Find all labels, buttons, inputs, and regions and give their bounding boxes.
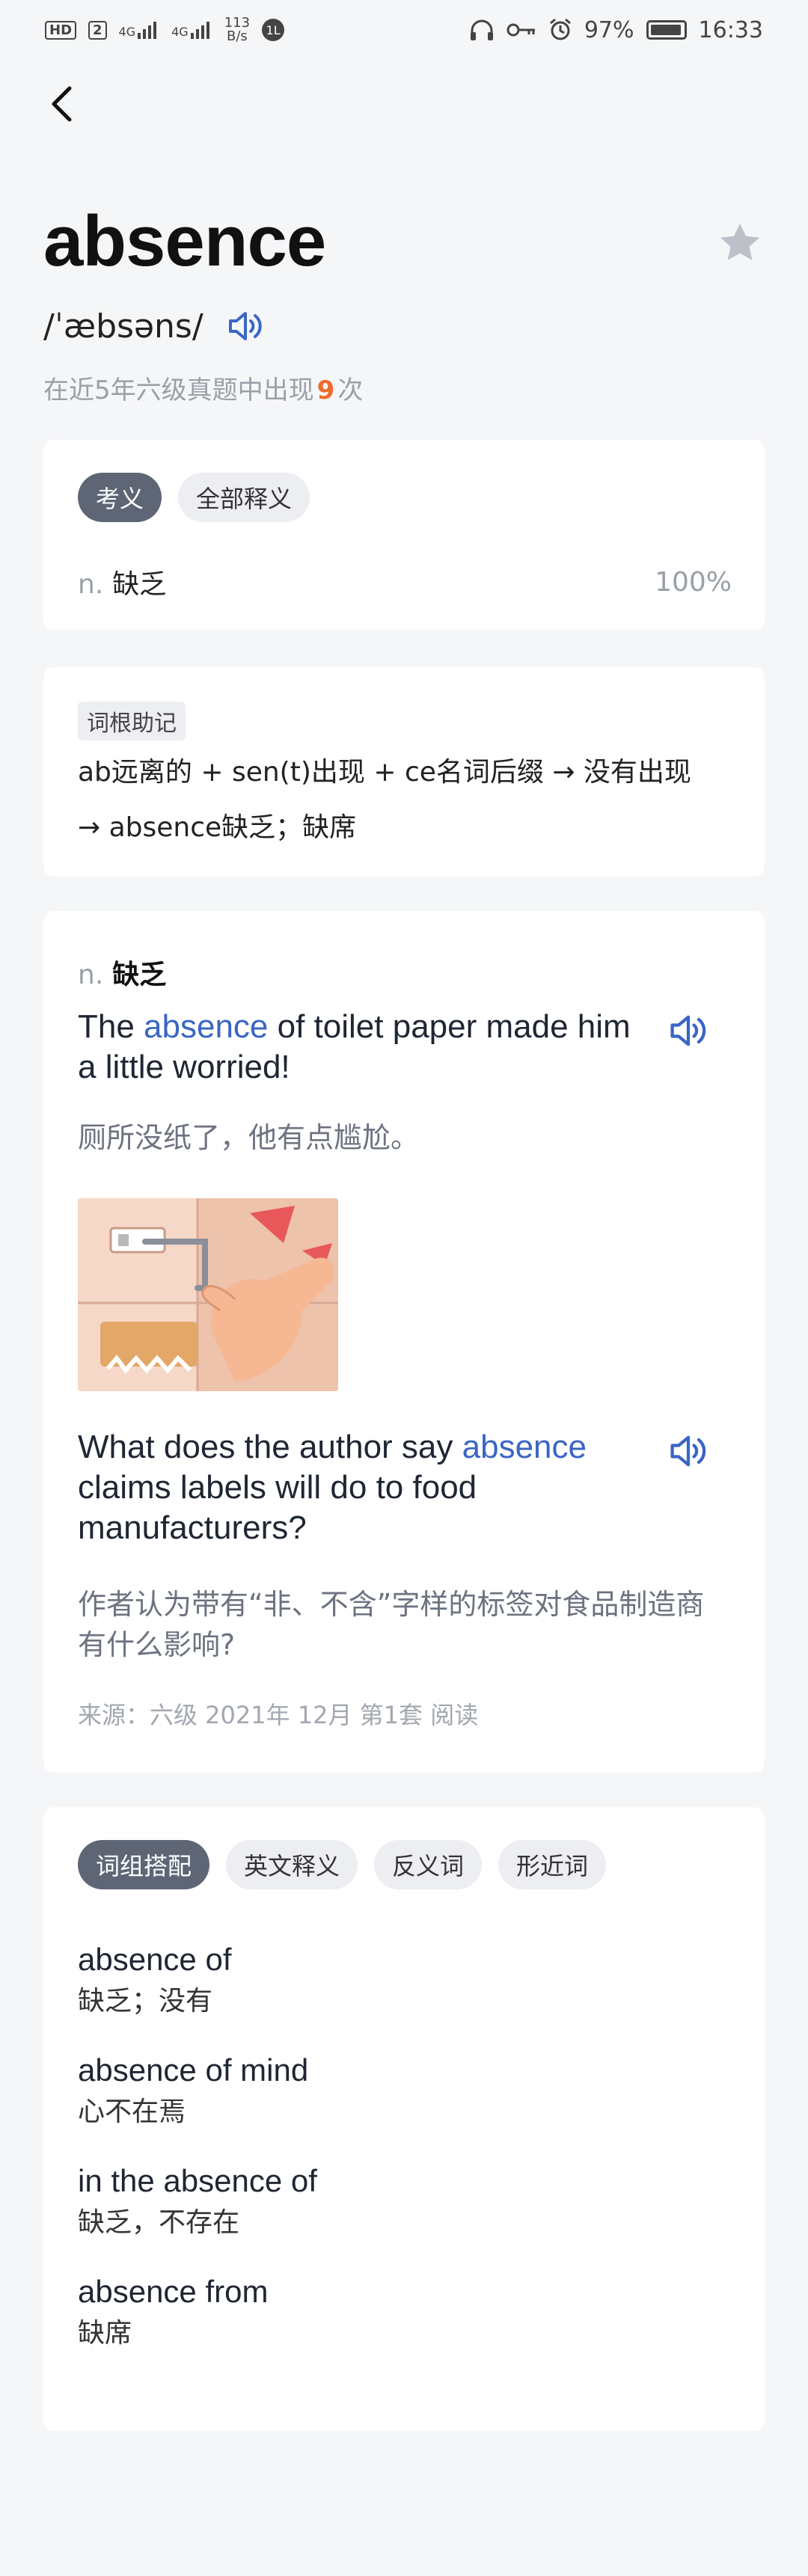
network-type-2: 4G xyxy=(171,25,189,39)
definition-card: 考义 全部释义 n. 缺乏 100% xyxy=(43,440,765,630)
definition-tabs: 考义 全部释义 xyxy=(78,473,310,522)
status-left: HD 2 4G 4G 113 B/s 1L xyxy=(45,16,285,43)
example2-keyword: absence xyxy=(462,1429,587,1465)
chevron-left-icon xyxy=(52,86,72,122)
phrase-english: absence from xyxy=(78,2274,269,2309)
example2-after: claims labels will do to food manufactur… xyxy=(78,1469,477,1546)
status-right: 97% 16:33 xyxy=(469,17,763,43)
sim2-indicator: 2 xyxy=(88,20,107,40)
part-of-speech: n. xyxy=(78,569,104,600)
example1-translation: 厕所没纸了，他有点尴尬。 xyxy=(78,1121,420,1154)
tab-antonyms[interactable]: 反义词 xyxy=(374,1840,483,1889)
signal-icon-2: 4G xyxy=(171,21,212,39)
star-icon xyxy=(720,223,760,260)
definition-meaning: 缺乏 xyxy=(112,569,167,600)
definition-row: n. 缺乏 100% xyxy=(78,562,732,601)
list-item[interactable]: absence of 缺乏；没有 xyxy=(78,1939,735,2023)
example2-play-button[interactable] xyxy=(666,1429,711,1473)
phrase-english: absence of xyxy=(78,1942,232,1977)
back-button[interactable] xyxy=(39,78,84,130)
word-title: absence xyxy=(43,201,326,281)
mnemonic-line-2: → absence缺乏；缺席 xyxy=(78,812,357,843)
alarm-icon xyxy=(549,18,571,40)
pronounce-button[interactable] xyxy=(224,305,266,347)
tab-phrases[interactable]: 词组搭配 xyxy=(78,1840,210,1889)
speaker-icon xyxy=(670,1435,706,1467)
phrase-chinese: 缺乏，不存在 xyxy=(78,2207,240,2238)
sense-heading: n. 缺乏 xyxy=(78,953,166,992)
example-source: 来源：六级 2021年 12月 第1套 阅读 xyxy=(78,1701,479,1729)
sense-pos: n. xyxy=(78,960,104,990)
favorite-button[interactable] xyxy=(715,218,765,268)
signal-icon-1: 4G xyxy=(119,21,160,39)
phrase-chinese: 缺席 xyxy=(78,2318,132,2349)
example-illustration xyxy=(78,1198,338,1391)
tab-english-definition[interactable]: 英文释义 xyxy=(226,1840,358,1889)
list-item[interactable]: absence of mind 心不在焉 xyxy=(78,2049,735,2133)
phrase-list: absence of 缺乏；没有 absence of mind 心不在焉 in… xyxy=(78,1939,735,2382)
phrase-tabs: 词组搭配 英文释义 反义词 形近词 xyxy=(78,1840,607,1889)
example2-before: What does the author say xyxy=(78,1429,462,1465)
example2-translation: 作者认为带有“非、不含”字样的标签对食品制造商有什么影响? xyxy=(78,1588,705,1661)
mnemonic-text: ab远离的 + sen(t)出现 + ce名词后缀 → 没有出现 → absen… xyxy=(78,745,735,856)
tab-exam-meaning[interactable]: 考义 xyxy=(78,473,162,522)
status-bar: HD 2 4G 4G 113 B/s 1L 97% 16:33 xyxy=(0,0,808,60)
mnemonic-line-1: ab远离的 + sen(t)出现 + ce名词后缀 → 没有出现 xyxy=(78,757,691,788)
hd-indicator: HD xyxy=(45,20,77,40)
battery-percent: 97% xyxy=(584,16,634,43)
exam-frequency: 在近5年六级真题中出现 9 次 xyxy=(43,369,363,406)
example1-play-button[interactable] xyxy=(666,1008,711,1053)
mnemonic-card: 词根助记 ab远离的 + sen(t)出现 + ce名词后缀 → 没有出现 → … xyxy=(43,667,765,877)
phrase-chinese: 心不在焉 xyxy=(78,2097,186,2127)
misc-status-icon: 1L xyxy=(262,19,285,41)
headphones-icon xyxy=(470,19,493,40)
tab-similar-words[interactable]: 形近词 xyxy=(498,1840,607,1889)
definition-percent: 100% xyxy=(655,566,732,598)
phonetic-row: /ˈæbsəns/ xyxy=(43,305,266,347)
mnemonic-tag: 词根助记 xyxy=(78,702,186,740)
example-sentence-1: The absence of toilet paper made him a l… xyxy=(78,1007,631,1088)
sense-meaning: 缺乏 xyxy=(112,960,167,990)
phrase-chinese: 缺乏；没有 xyxy=(78,1986,213,2017)
phonetic: /ˈæbsəns/ xyxy=(43,307,203,346)
network-speed: 113 B/s xyxy=(224,16,250,43)
speed-unit: B/s xyxy=(226,28,248,44)
freq-suffix: 次 xyxy=(337,375,364,405)
speaker-icon xyxy=(670,1015,706,1046)
toilet-paper-illustration xyxy=(78,1198,338,1391)
definition-text: n. 缺乏 xyxy=(78,562,166,601)
phrase-english: absence of mind xyxy=(78,2052,309,2088)
tab-all-meanings[interactable]: 全部释义 xyxy=(178,473,310,522)
example1-before: The xyxy=(78,1008,144,1045)
speaker-icon xyxy=(228,312,262,340)
phrases-card: 词组搭配 英文释义 反义词 形近词 absence of 缺乏；没有 absen… xyxy=(43,1807,765,2431)
freq-count: 9 xyxy=(316,375,335,405)
example-card: n. 缺乏 The absence of toilet paper made hi… xyxy=(43,911,765,1773)
clock: 16:33 xyxy=(698,16,763,43)
example-sentence-2: What does the author say absence claims … xyxy=(78,1427,631,1548)
list-item[interactable]: absence from 缺席 xyxy=(78,2271,735,2355)
key-icon xyxy=(506,23,535,37)
phrase-english: in the absence of xyxy=(78,2163,317,2198)
example1-keyword: absence xyxy=(144,1008,269,1045)
battery-icon xyxy=(646,20,687,40)
freq-prefix: 在近5年六级真题中出现 xyxy=(43,375,314,405)
list-item[interactable]: in the absence of 缺乏，不存在 xyxy=(78,2160,735,2244)
network-type-1: 4G xyxy=(118,25,136,39)
